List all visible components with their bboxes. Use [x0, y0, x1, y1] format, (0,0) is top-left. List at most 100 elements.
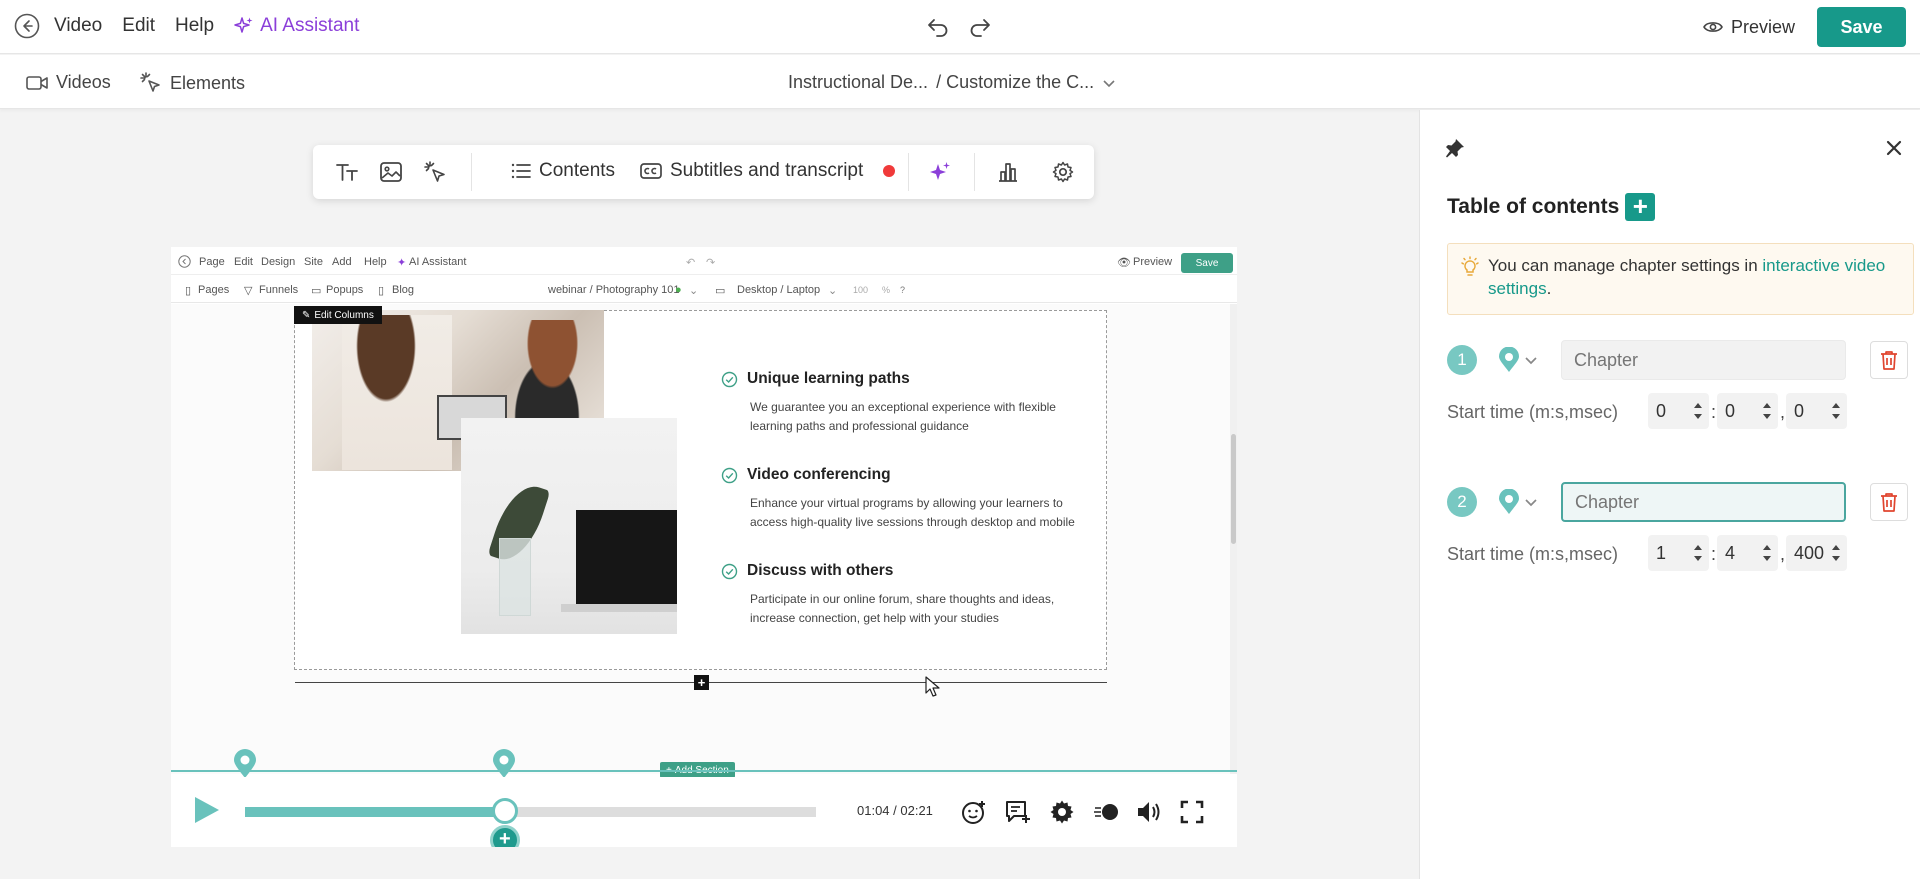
spinner-arrows-icon: [1832, 403, 1840, 419]
inner-nav-blog: Blog: [392, 284, 415, 296]
seconds-value: 0: [1725, 400, 1736, 421]
check-circle-icon: [721, 467, 738, 483]
volume-icon[interactable]: [1136, 799, 1162, 825]
chapter-title-input[interactable]: [1561, 340, 1846, 380]
settings-gear-icon[interactable]: [1049, 799, 1075, 825]
menu-edit[interactable]: Edit: [122, 15, 155, 37]
feature-description: Enhance your virtual programs by allowin…: [750, 496, 1075, 529]
inner-nav-pages: Pages: [198, 284, 230, 296]
lightbulb-icon: [1461, 256, 1479, 276]
chapter-marker-icon[interactable]: [491, 749, 517, 779]
chapter-marker-icon[interactable]: [232, 749, 258, 779]
inner-ai-assistant: AI Assistant: [409, 256, 467, 268]
ai-assistant-button[interactable]: AI Assistant: [234, 15, 359, 37]
video-preview[interactable]: Page Edit Design Site Add Help ✦ AI Assi…: [171, 247, 1237, 847]
chapter-title-input[interactable]: [1561, 482, 1846, 522]
emoji-add-icon[interactable]: [961, 799, 987, 825]
settings-gear-icon[interactable]: [1051, 160, 1075, 184]
inner-popups-icon: ▭: [311, 285, 322, 297]
inner-status-dot: ●: [675, 284, 682, 296]
trash-icon: [1881, 351, 1897, 370]
image-icon[interactable]: [379, 160, 403, 184]
feature-title: Discuss with others: [747, 562, 894, 579]
redo-icon[interactable]: [968, 15, 992, 39]
menu-video[interactable]: Video: [54, 15, 102, 37]
breadcrumb-video: / Customize the C...: [936, 72, 1095, 92]
editor-toolbar: Contents Subtitles and transcript: [313, 145, 1094, 199]
analytics-icon[interactable]: [996, 160, 1020, 184]
inner-monitor-icon: ▭: [715, 285, 726, 297]
inner-redo-icon: ↷: [706, 257, 716, 269]
start-seconds-input[interactable]: 4: [1717, 535, 1778, 571]
comment-add-icon[interactable]: [1005, 799, 1031, 825]
progress-fill: [245, 807, 505, 817]
secondary-bar: Videos Elements Instructional De... / Cu…: [0, 55, 1920, 109]
pin-icon[interactable]: [1445, 138, 1465, 158]
elements-tab[interactable]: Elements: [140, 72, 245, 94]
progress-knob[interactable]: [491, 798, 518, 824]
chevron-down-icon: [1103, 79, 1115, 87]
subtitles-button[interactable]: Subtitles and transcript: [640, 160, 896, 182]
map-pin-icon: [1499, 347, 1519, 372]
spinner-arrows-icon: [1763, 403, 1771, 419]
feature-title: Video conferencing: [747, 466, 891, 483]
playback-time: 01:04 / 02:21: [857, 803, 933, 818]
delete-chapter-button[interactable]: [1870, 341, 1908, 379]
videos-label: Videos: [56, 72, 111, 92]
colon-separator: :: [1711, 544, 1717, 564]
tip-end: .: [1546, 279, 1552, 298]
chapter-marker-select[interactable]: [1498, 345, 1544, 375]
feature-item: Discuss with others Participate in our o…: [721, 562, 1090, 628]
chapter-number: 2: [1447, 487, 1477, 517]
inner-menu-design: Design: [261, 256, 296, 268]
ai-assistant-label: AI Assistant: [260, 15, 360, 36]
inner-scrollbar: [1230, 304, 1237, 774]
elements-label: Elements: [170, 72, 246, 93]
breadcrumb[interactable]: Instructional De... / Customize the C...: [788, 72, 1116, 93]
inner-help: ?: [900, 285, 906, 295]
fullscreen-icon[interactable]: [1179, 799, 1205, 825]
inner-menu-site: Site: [304, 256, 323, 268]
cursor-sparkle-icon[interactable]: [423, 160, 447, 184]
start-minutes-input[interactable]: 0: [1648, 393, 1709, 429]
start-minutes-input[interactable]: 1: [1648, 535, 1709, 571]
delete-chapter-button[interactable]: [1870, 483, 1908, 521]
preview-button[interactable]: Preview: [1703, 17, 1795, 38]
start-seconds-input[interactable]: 0: [1717, 393, 1778, 429]
ai-sparkle-icon[interactable]: [928, 160, 952, 184]
progress-bar[interactable]: [245, 807, 816, 817]
start-msec-input[interactable]: 0: [1786, 393, 1847, 429]
videos-tab[interactable]: Videos: [26, 72, 111, 93]
check-circle-icon: [721, 371, 738, 387]
inner-blog-icon: ▯: [378, 285, 385, 297]
inner-ai-sparkle-icon: ✦: [397, 257, 407, 269]
add-chapter-button[interactable]: +: [489, 825, 520, 847]
inner-funnel-icon: ▽: [244, 285, 253, 297]
speed-icon[interactable]: [1093, 799, 1119, 825]
add-chapter-plus-button[interactable]: +: [1625, 193, 1656, 221]
close-icon[interactable]: [1885, 139, 1903, 157]
inner-menu-help: Help: [364, 256, 387, 268]
check-circle-icon: [721, 563, 738, 579]
play-icon[interactable]: [193, 795, 221, 825]
text-icon[interactable]: [335, 160, 359, 184]
back-icon[interactable]: [14, 13, 40, 39]
save-button[interactable]: Save: [1817, 7, 1906, 47]
minutes-value: 0: [1656, 400, 1667, 421]
subtitles-label: Subtitles and transcript: [670, 160, 864, 181]
undo-icon[interactable]: [926, 15, 950, 39]
chapter-timeline: [171, 770, 1237, 772]
inner-device: Desktop / Laptop: [737, 284, 821, 296]
closed-captions-icon: [640, 163, 662, 179]
inner-zoom-unit: %: [882, 285, 891, 295]
edit-columns-tag: ✎ Edit Columns: [294, 306, 382, 324]
inner-pages-icon: ▯: [185, 285, 192, 297]
msec-value: 0: [1794, 400, 1805, 421]
sparkle-icon: [234, 17, 253, 33]
start-msec-input[interactable]: 400: [1786, 535, 1847, 571]
inner-preview: Preview: [1133, 256, 1173, 268]
chapter-marker-select[interactable]: [1498, 487, 1544, 517]
menu-help[interactable]: Help: [175, 15, 214, 37]
inner-undo-icon: ↶: [686, 257, 696, 269]
contents-button[interactable]: Contents: [511, 160, 615, 182]
